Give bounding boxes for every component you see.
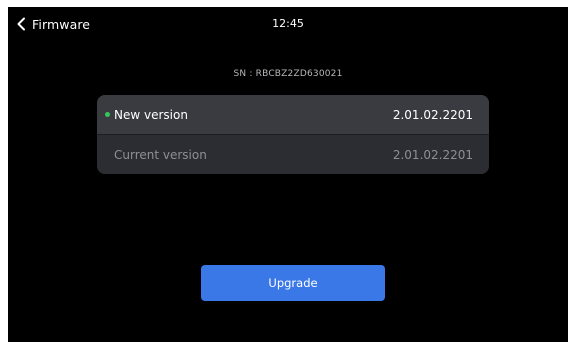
current-version-label: Current version [114,147,207,162]
version-card: New version 2.01.02.2201 Current version… [97,95,489,174]
current-version-row: Current version 2.01.02.2201 [97,135,489,174]
new-version-row: New version 2.01.02.2201 [97,95,489,134]
serial-number: SN : RBCBZ2ZD630021 [233,69,343,79]
new-version-indicator [105,112,110,117]
new-version-label: New version [114,107,188,122]
status-clock: 12:45 [272,17,304,30]
current-version-value: 2.01.02.2201 [392,147,473,162]
firmware-screen: Firmware 12:45 SN : RBCBZ2ZD630021 New v… [8,7,568,342]
upgrade-button[interactable]: Upgrade [201,265,385,301]
header-bar: Firmware 12:45 [8,7,568,41]
new-version-value: 2.01.02.2201 [392,107,473,122]
